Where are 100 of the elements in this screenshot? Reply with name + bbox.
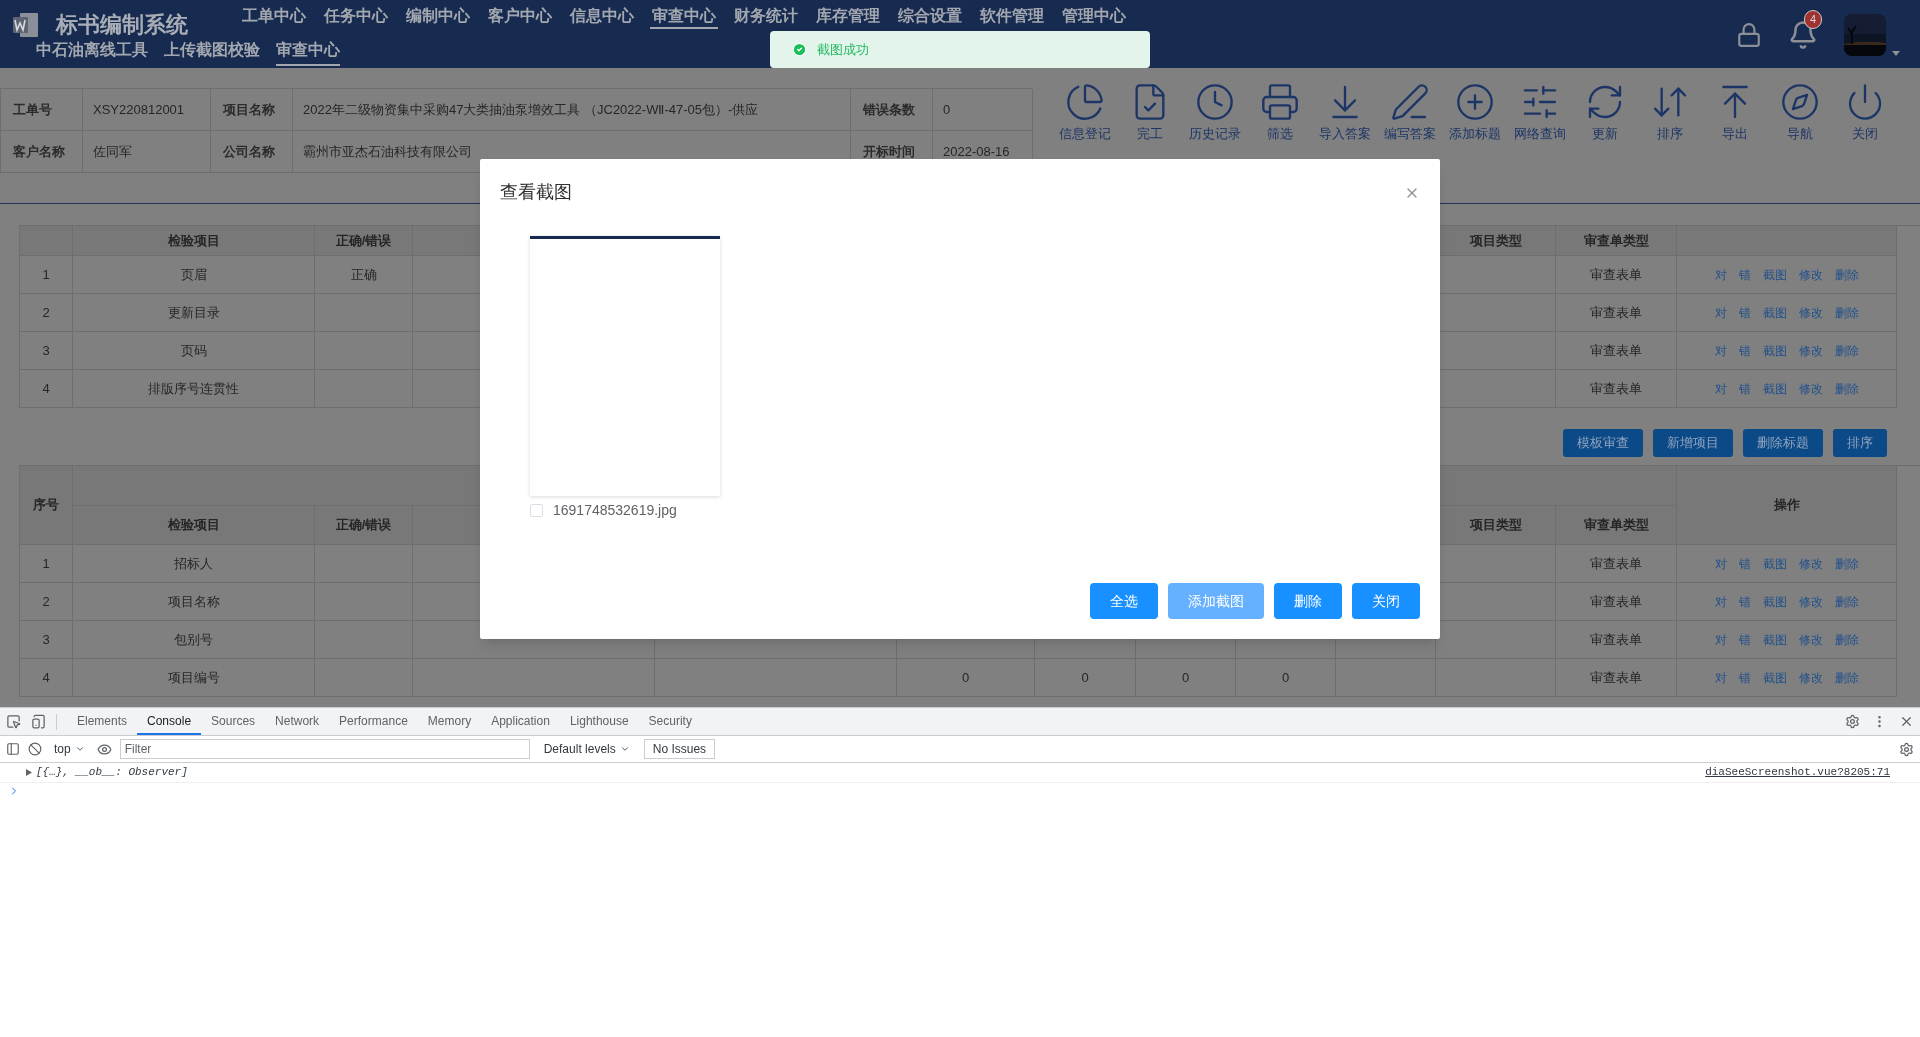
settings-icon[interactable] bbox=[1899, 741, 1914, 757]
nav-tab[interactable]: 软件管理 bbox=[978, 6, 1046, 29]
devtools-tab[interactable]: Elements bbox=[67, 708, 138, 735]
action-link[interactable]: 修改 bbox=[1798, 592, 1823, 611]
toolbar-button[interactable]: 编写答案 bbox=[1377, 82, 1442, 144]
toolbar-button[interactable]: 筛选 bbox=[1247, 82, 1312, 144]
devtools-tab[interactable]: Security bbox=[638, 708, 702, 735]
clear-console-icon[interactable] bbox=[28, 742, 42, 756]
action-link[interactable]: 截图 bbox=[1762, 379, 1787, 398]
context-select[interactable]: top bbox=[50, 740, 89, 758]
table-action-button[interactable]: 新增项目 bbox=[1653, 429, 1733, 457]
dialog-button[interactable]: 添加截图 bbox=[1168, 583, 1264, 619]
toolbar-button[interactable]: 网络查询 bbox=[1507, 82, 1572, 144]
nav-tab[interactable]: 综合设置 bbox=[896, 6, 964, 29]
action-link[interactable]: 删除 bbox=[1834, 630, 1859, 649]
action-link[interactable]: 对 bbox=[1714, 630, 1727, 649]
dropdown-caret-icon[interactable] bbox=[1892, 51, 1900, 56]
devtools-tab[interactable]: Memory bbox=[417, 708, 482, 735]
devtools-tab[interactable]: Lighthouse bbox=[559, 708, 639, 735]
devtools-tab[interactable]: Network bbox=[265, 708, 330, 735]
action-link[interactable]: 错 bbox=[1738, 341, 1751, 360]
close-icon[interactable] bbox=[1899, 714, 1914, 729]
action-link[interactable]: 截图 bbox=[1762, 303, 1787, 322]
action-link[interactable]: 修改 bbox=[1798, 303, 1823, 322]
checkbox[interactable] bbox=[530, 504, 543, 517]
nav-tab[interactable]: 信息中心 bbox=[568, 6, 636, 29]
toolbar-button[interactable]: 导入答案 bbox=[1312, 82, 1377, 144]
action-link[interactable]: 修改 bbox=[1798, 341, 1823, 360]
dialog-button[interactable]: 全选 bbox=[1090, 583, 1158, 619]
action-link[interactable]: 对 bbox=[1714, 592, 1727, 611]
toolbar-button[interactable]: 导出 bbox=[1702, 82, 1767, 144]
toolbar-button[interactable]: 关闭 bbox=[1832, 82, 1897, 144]
action-link[interactable]: 删除 bbox=[1834, 303, 1859, 322]
eye-icon[interactable] bbox=[96, 741, 112, 757]
action-link[interactable]: 错 bbox=[1738, 379, 1751, 398]
source-link[interactable]: diaSeeScreenshot.vue?8205:71 bbox=[1705, 764, 1890, 781]
table-action-button[interactable]: 删除标题 bbox=[1743, 429, 1823, 457]
nav-tab[interactable]: 财务统计 bbox=[732, 6, 800, 29]
sidebar-toggle-icon[interactable] bbox=[6, 742, 20, 756]
screenshot-thumbnail[interactable] bbox=[530, 236, 720, 496]
issues-button[interactable]: No Issues bbox=[643, 739, 716, 759]
action-link[interactable]: 错 bbox=[1738, 554, 1751, 573]
action-link[interactable]: 截图 bbox=[1762, 554, 1787, 573]
levels-select[interactable]: Default levels bbox=[537, 740, 636, 758]
action-link[interactable]: 删除 bbox=[1834, 592, 1859, 611]
nav-tab[interactable]: 任务中心 bbox=[322, 6, 390, 29]
action-link[interactable]: 截图 bbox=[1762, 630, 1787, 649]
action-link[interactable]: 错 bbox=[1738, 668, 1751, 687]
nav-tab[interactable]: 审查中心 bbox=[650, 6, 718, 29]
inspect-icon[interactable] bbox=[6, 714, 21, 729]
action-link[interactable]: 错 bbox=[1738, 630, 1751, 649]
dialog-button[interactable]: 删除 bbox=[1274, 583, 1342, 619]
action-link[interactable]: 对 bbox=[1714, 379, 1727, 398]
table-action-button[interactable]: 排序 bbox=[1833, 429, 1887, 457]
action-link[interactable]: 修改 bbox=[1798, 668, 1823, 687]
action-link[interactable]: 截图 bbox=[1762, 592, 1787, 611]
dialog-button[interactable]: 关闭 bbox=[1352, 583, 1420, 619]
sub-nav-tab[interactable]: 上传截图校验 bbox=[164, 38, 260, 66]
settings-icon[interactable] bbox=[1845, 714, 1860, 729]
action-link[interactable]: 错 bbox=[1738, 592, 1751, 611]
table-action-button[interactable]: 模板审查 bbox=[1563, 429, 1643, 457]
toolbar-button[interactable]: 历史记录 bbox=[1182, 82, 1247, 144]
action-link[interactable]: 错 bbox=[1738, 265, 1751, 284]
action-link[interactable]: 删除 bbox=[1834, 668, 1859, 687]
action-link[interactable]: 对 bbox=[1714, 668, 1727, 687]
toolbar-button[interactable]: 添加标题 bbox=[1442, 82, 1507, 144]
toolbar-button[interactable]: 信息登记 bbox=[1052, 82, 1117, 144]
lock-icon[interactable] bbox=[1736, 22, 1762, 48]
action-link[interactable]: 截图 bbox=[1762, 341, 1787, 360]
action-link[interactable]: 修改 bbox=[1798, 630, 1823, 649]
toolbar-button[interactable]: 导航 bbox=[1767, 82, 1832, 144]
expand-triangle-icon[interactable] bbox=[26, 769, 32, 776]
toolbar-button[interactable]: 排序 bbox=[1637, 82, 1702, 144]
nav-tab[interactable]: 管理中心 bbox=[1060, 6, 1128, 29]
action-link[interactable]: 修改 bbox=[1798, 379, 1823, 398]
nav-tab[interactable]: 客户中心 bbox=[486, 6, 554, 29]
action-link[interactable]: 删除 bbox=[1834, 265, 1859, 284]
action-link[interactable]: 删除 bbox=[1834, 379, 1859, 398]
sub-nav-tab[interactable]: 审查中心 bbox=[276, 38, 340, 66]
action-link[interactable]: 修改 bbox=[1798, 265, 1823, 284]
nav-tab[interactable]: 工单中心 bbox=[240, 6, 308, 29]
nav-tab[interactable]: 编制中心 bbox=[404, 6, 472, 29]
devtools-tab[interactable]: Console bbox=[137, 708, 202, 735]
devtools-tab[interactable]: Application bbox=[481, 708, 560, 735]
action-link[interactable]: 截图 bbox=[1762, 668, 1787, 687]
action-link[interactable]: 对 bbox=[1714, 341, 1727, 360]
action-link[interactable]: 修改 bbox=[1798, 554, 1823, 573]
action-link[interactable]: 对 bbox=[1714, 265, 1727, 284]
action-link[interactable]: 删除 bbox=[1834, 554, 1859, 573]
devtools-tab[interactable]: Sources bbox=[201, 708, 266, 735]
toolbar-button[interactable]: 完工 bbox=[1117, 82, 1182, 144]
nav-tab[interactable]: 库存管理 bbox=[814, 6, 882, 29]
action-link[interactable]: 删除 bbox=[1834, 341, 1859, 360]
sub-nav-tab[interactable]: 中石油离线工具 bbox=[36, 38, 148, 66]
action-link[interactable]: 对 bbox=[1714, 303, 1727, 322]
toolbar-button[interactable]: 更新 bbox=[1572, 82, 1637, 144]
devtools-tab[interactable]: Performance bbox=[329, 708, 418, 735]
action-link[interactable]: 错 bbox=[1738, 303, 1751, 322]
action-link[interactable]: 截图 bbox=[1762, 265, 1787, 284]
action-link[interactable]: 对 bbox=[1714, 554, 1727, 573]
